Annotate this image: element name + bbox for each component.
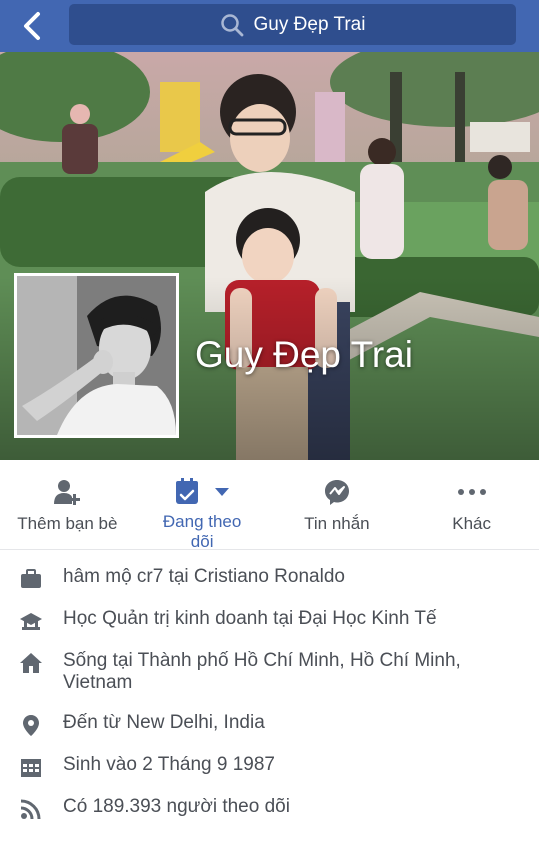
intro-followers[interactable]: Có 189.393 người theo dõi <box>0 796 539 820</box>
chevron-down-icon <box>215 488 230 496</box>
rss-icon <box>20 799 41 820</box>
add-friend-button[interactable]: Thêm bạn bè <box>0 460 135 549</box>
chevron-left-icon <box>24 12 40 40</box>
top-nav-bar: Guy Đẹp Trai <box>0 0 539 52</box>
intro-work: hâm mộ cr7 tại Cristiano Ronaldo <box>0 566 539 590</box>
intro-current-city-text: Sống tại Thành phố Hồ Chí Minh, Hồ Chí M… <box>63 650 461 693</box>
intro-current-city: Sống tại Thành phố Hồ Chí Minh, Hồ Chí M… <box>0 650 539 694</box>
intro-hometown: Đến từ New Delhi, India <box>0 712 539 736</box>
back-button[interactable] <box>14 8 50 44</box>
profile-name: Guy Đẹp Trai <box>195 334 413 375</box>
briefcase-icon <box>21 569 41 588</box>
intro-followers-text: Có 189.393 người theo dõi <box>63 796 290 817</box>
profile-action-bar: Thêm bạn bè Đang theo dõi Tin nhắn Khác <box>0 460 539 551</box>
search-icon <box>220 13 243 36</box>
location-pin-icon <box>23 715 39 736</box>
add-friend-label: Thêm bạn bè <box>17 514 118 533</box>
profile-picture[interactable] <box>14 273 179 438</box>
search-query: Guy Đẹp Trai <box>253 13 366 35</box>
intro-education-text: Học Quản trị kinh doanh tại Đại Học Kinh… <box>63 608 437 629</box>
calendar-icon <box>21 759 41 777</box>
more-button[interactable]: Khác <box>404 460 539 549</box>
following-button[interactable]: Đang theo dõi <box>135 460 270 551</box>
cover-photo[interactable]: Guy Đẹp Trai <box>0 52 539 460</box>
intro-education: Học Quản trị kinh doanh tại Đại Học Kinh… <box>0 608 539 632</box>
add-friend-icon <box>54 480 81 505</box>
intro-hometown-text: Đến từ New Delhi, India <box>63 712 265 733</box>
intro-section: hâm mộ cr7 tại Cristiano Ronaldo Học Quả… <box>0 566 539 838</box>
intro-birthday-text: Sinh vào 2 Tháng 9 1987 <box>63 754 275 775</box>
message-label: Tin nhắn <box>304 514 370 533</box>
more-label: Khác <box>452 514 491 533</box>
messenger-icon <box>324 480 349 505</box>
graduation-cap-icon <box>20 613 42 630</box>
more-icon <box>457 489 486 495</box>
intro-work-text: hâm mộ cr7 tại Cristiano Ronaldo <box>63 566 345 587</box>
message-button[interactable]: Tin nhắn <box>270 460 405 549</box>
search-bar[interactable]: Guy Đẹp Trai <box>69 4 516 45</box>
intro-birthday: Sinh vào 2 Tháng 9 1987 <box>0 754 539 778</box>
profile-picture-image <box>17 276 176 435</box>
home-icon <box>20 653 42 673</box>
following-label: Đang theo dõi <box>162 512 242 551</box>
